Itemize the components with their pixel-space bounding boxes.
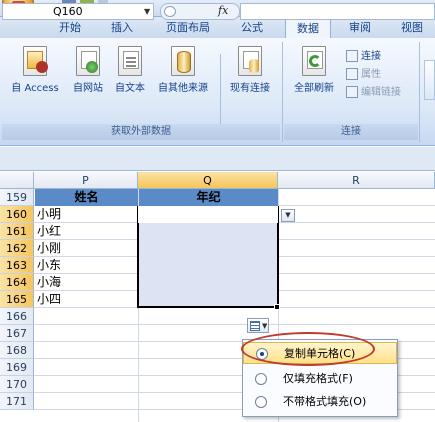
group-separator [220,54,221,124]
tab-formulas[interactable]: 公式 [233,17,271,38]
table-cell-name[interactable]: 小海 [35,274,137,291]
existing-connections-label: 现有连接 [230,83,270,94]
dropdown-arrow-icon[interactable]: ▼ [281,209,295,222]
radio-icon [255,396,267,408]
row-header[interactable]: 163 [0,257,34,274]
select-all-corner[interactable] [0,172,34,189]
properties-label: 属性 [361,69,381,80]
chevron-down-icon: ▼ [262,322,268,330]
expand-icon[interactable] [164,6,176,17]
tab-insert[interactable]: 插入 [104,17,140,38]
connections-group-label: 连接 [284,124,418,140]
edit-links-icon [346,86,358,98]
from-other-sources-label: 自其他来源 [158,83,208,94]
refresh-all-label: 全部刷新 [294,83,334,94]
table-cell-name[interactable]: 小四 [35,291,137,308]
access-icon [23,46,48,76]
name-box[interactable]: Q160 [2,3,154,20]
from-other-sources-button[interactable]: 自其他来源 [152,46,214,94]
group-separator [282,42,283,142]
formula-input[interactable] [240,3,435,20]
row-header[interactable]: 168 [0,342,34,359]
gridline [34,324,435,325]
from-web-label: 自网站 [73,83,103,94]
tab-data[interactable]: 数据 [285,17,331,38]
row-header[interactable]: 167 [0,325,34,342]
radio-icon [255,373,267,385]
tab-page-layout[interactable]: 页面布局 [157,17,219,38]
from-access-button[interactable]: 自 Access [4,46,66,94]
edit-links-button[interactable]: 编辑链接 [346,84,401,101]
table-cell-name[interactable]: 小明 [35,206,137,223]
row-header[interactable]: 159 [0,189,34,206]
row-header[interactable]: 166 [0,308,34,325]
table-header-age[interactable]: 年纪 [139,189,278,206]
row-header[interactable]: 171 [0,393,34,410]
connections-icon [346,50,358,62]
table-cell-name[interactable]: 小红 [35,223,137,240]
column-header-q[interactable]: Q [138,172,278,189]
row-header[interactable]: 164 [0,274,34,291]
column-header-p[interactable]: P [34,172,138,189]
insert-function-icon[interactable]: fx [218,4,228,17]
sort-filter-icon[interactable] [424,60,435,100]
row-header[interactable]: 169 [0,359,34,376]
menu-item-label: 不带格式填充(O) [283,395,367,408]
table-header-name[interactable]: 姓名 [35,189,138,206]
from-web-button[interactable]: 自网站 [68,46,108,94]
connections-button[interactable]: 连接 [346,48,381,65]
menu-item-fill-without-formatting[interactable]: 不带格式填充(O) [243,391,397,413]
auto-fill-options-button[interactable]: ▼ [247,318,269,333]
database-icon [171,46,195,76]
text-file-icon [118,46,142,76]
row-header[interactable]: 165 [0,291,34,308]
refresh-icon [302,46,326,76]
highlight-ring [241,332,375,366]
existing-connections-icon [238,46,262,76]
web-icon [76,46,100,76]
tab-home[interactable]: 开始 [52,17,88,38]
menu-item-label: 仅填充格式(F) [283,372,353,385]
from-text-label: 自文本 [115,83,145,94]
tab-review[interactable]: 审阅 [340,17,380,38]
row-header[interactable]: 170 [0,376,34,393]
row-header[interactable]: 161 [0,223,34,240]
row-header[interactable]: 162 [0,240,34,257]
menu-item-fill-formatting-only[interactable]: 仅填充格式(F) [243,368,397,390]
row-header[interactable]: 160 [0,206,34,223]
active-cell[interactable] [138,206,278,223]
table-cell-name[interactable]: 小东 [35,257,137,274]
column-header-r[interactable]: R [278,172,435,189]
from-text-button[interactable]: 自文本 [110,46,150,94]
table-cell-name[interactable]: 小刚 [35,240,137,257]
properties-icon [346,68,358,80]
formula-bar [0,147,435,171]
tab-view[interactable]: 视图 [392,17,432,38]
connections-label: 连接 [361,51,381,62]
refresh-all-button[interactable]: 全部刷新 [286,46,342,94]
fill-options-icon [250,321,260,331]
properties-button[interactable]: 属性 [346,66,381,83]
external-data-group-label: 获取外部数据 [2,124,280,140]
fill-handle[interactable] [274,304,280,310]
edit-links-label: 编辑链接 [361,87,401,98]
group-separator [419,42,420,142]
existing-connections-button[interactable]: 现有连接 [224,46,276,94]
name-box-dropdown-icon[interactable]: ▼ [144,7,150,16]
from-access-label: 自 Access [11,83,59,94]
